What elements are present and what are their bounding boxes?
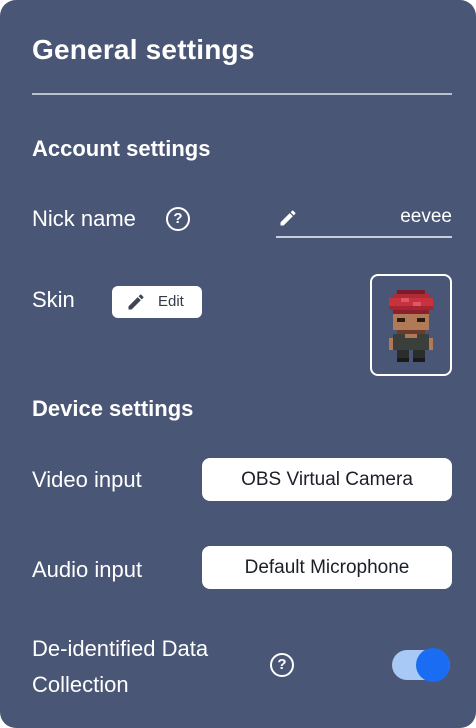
nickname-value[interactable]: eevee xyxy=(400,206,452,228)
toggle-knob xyxy=(416,648,450,682)
audio-input-label: Audio input xyxy=(32,557,143,582)
nickname-label: Nick name xyxy=(32,206,136,231)
avatar-sprite xyxy=(389,290,433,362)
data-collection-help-icon[interactable]: ? xyxy=(270,653,294,677)
page-title: General settings xyxy=(32,34,255,65)
data-collection-toggle[interactable] xyxy=(392,648,452,682)
video-input-label: Video input xyxy=(32,467,142,492)
general-settings-panel: General settings Account settings Nick n… xyxy=(0,0,476,728)
edit-skin-button[interactable]: Edit xyxy=(112,286,202,318)
edit-skin-label: Edit xyxy=(158,293,184,310)
title-divider xyxy=(32,93,452,95)
video-input-select[interactable]: OBS Virtual Camera xyxy=(202,458,452,501)
data-collection-label-line2: Collection xyxy=(32,672,129,697)
data-collection-label-line1: De-identified Data xyxy=(32,636,209,661)
nickname-help-icon[interactable]: ? xyxy=(166,207,190,231)
account-settings-heading: Account settings xyxy=(32,136,211,161)
nickname-field[interactable]: eevee xyxy=(276,202,452,238)
skin-label: Skin xyxy=(32,287,75,312)
pencil-icon xyxy=(126,292,146,316)
device-settings-heading: Device settings xyxy=(32,396,194,421)
audio-input-select[interactable]: Default Microphone xyxy=(202,546,452,589)
skin-preview[interactable] xyxy=(370,274,452,376)
pencil-icon xyxy=(278,208,298,233)
